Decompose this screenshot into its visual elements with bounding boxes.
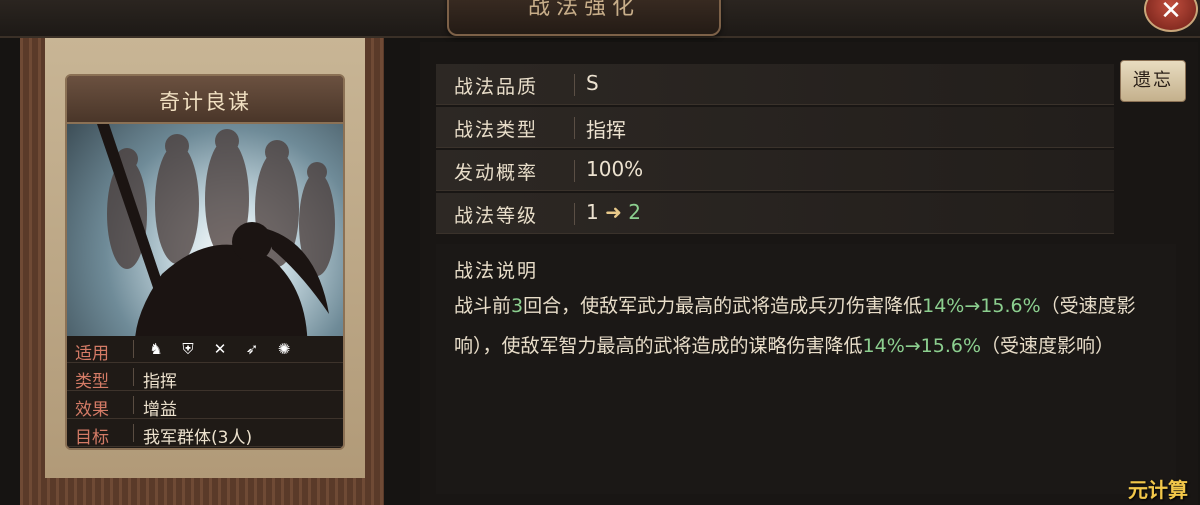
- skill-card-title-bar: 奇计良谋: [67, 76, 343, 124]
- skill-card: 奇计良谋 适用 ♞ ⛨ ✕ ➶ ✺ 类型 指挥 效果 增益 目标 我军群体(3人…: [65, 74, 345, 450]
- window-title-plaque: 战法强化: [447, 0, 721, 36]
- arrow-right-icon: ➜: [605, 200, 622, 224]
- stat-value: 增益: [143, 400, 177, 420]
- skill-illustration: [67, 124, 343, 362]
- level-value: 1 ➜ 2: [586, 200, 641, 224]
- property-row-type: 战法类型 指挥: [436, 107, 1114, 148]
- description-title: 战法说明: [454, 260, 539, 282]
- stat-row-target: 目标 我军群体(3人): [67, 420, 343, 448]
- stat-row-effect: 效果 增益: [67, 392, 343, 420]
- desc-part: 3: [511, 295, 524, 317]
- skill-card-stats: 适用 ♞ ⛨ ✕ ➶ ✺ 类型 指挥 效果 增益 目标 我军群体(3人): [67, 336, 343, 448]
- description-box: [436, 244, 1176, 494]
- level-next: 2: [628, 200, 641, 224]
- desc-part: 14%→15.6%: [862, 335, 982, 357]
- desc-part: 战斗前: [454, 295, 512, 317]
- watermark: 元计算: [1128, 478, 1188, 502]
- property-label: 战法品质: [454, 76, 539, 98]
- stat-row-applicable: 适用 ♞ ⛨ ✕ ➶ ✺: [67, 336, 343, 364]
- skill-name: 奇计良谋: [159, 90, 251, 114]
- property-label: 战法类型: [454, 119, 539, 141]
- stat-value: 我军群体(3人): [143, 428, 253, 448]
- window-title: 战法强化: [527, 0, 640, 20]
- bow-icon: ✕: [213, 340, 227, 358]
- property-row-quality: 战法品质 S: [436, 64, 1114, 105]
- description-text: 战斗前3回合，使敌军武力最高的武将造成兵刃伤害降低14%→15.6%（受速度影响…: [454, 286, 1176, 366]
- spear-icon: ➶: [245, 340, 259, 358]
- desc-part: （受速度影响）: [981, 335, 1115, 357]
- cavalry-icon: ♞: [149, 340, 163, 358]
- property-value: S: [586, 71, 599, 95]
- property-value: 指挥: [586, 118, 626, 142]
- stat-key: 适用: [75, 344, 109, 364]
- stat-key: 目标: [75, 428, 109, 448]
- stat-key: 效果: [75, 400, 109, 420]
- property-row-chance: 发动概率 100%: [436, 150, 1114, 191]
- level-current: 1: [586, 200, 599, 224]
- property-row-level: 战法等级 1 ➜ 2: [436, 193, 1114, 234]
- property-label: 发动概率: [454, 162, 539, 184]
- stat-row-type: 类型 指挥: [67, 364, 343, 392]
- property-label: 战法等级: [454, 205, 539, 227]
- forget-button[interactable]: 遗忘: [1120, 60, 1186, 102]
- desc-part: 14%→15.6%: [922, 295, 1041, 317]
- stat-key: 类型: [75, 372, 109, 392]
- property-value: 100%: [586, 157, 644, 181]
- wheel-icon: ✺: [277, 340, 291, 358]
- desc-part: 回合，使敌军武力最高的武将造成兵刃伤害降低: [523, 295, 923, 317]
- stat-value: 指挥: [143, 372, 177, 392]
- shield-icon: ⛨: [182, 340, 194, 358]
